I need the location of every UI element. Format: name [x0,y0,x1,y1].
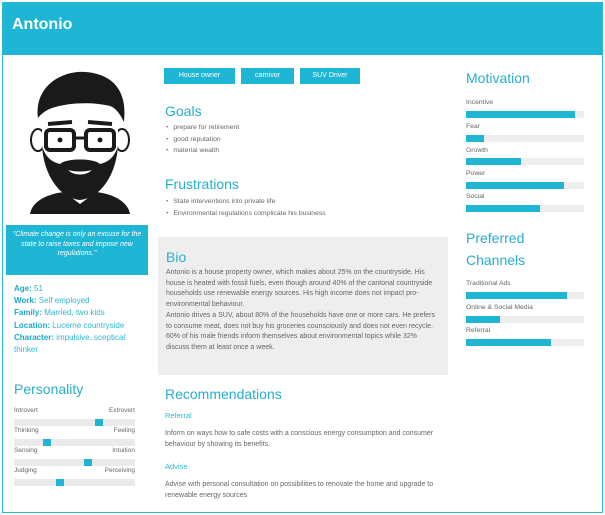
trait-track [14,479,135,486]
motivation-label: Incentive [466,99,494,106]
motivation-label: Fear [466,123,480,130]
goals-title: Goals [165,103,202,119]
bio-panel: Bio Antonio is a house property owner, w… [158,237,448,375]
bar-fill [466,135,484,142]
persona-facts: Age: 51 Work: Self employed Family: Marr… [14,283,149,356]
fact-age: Age: 51 [14,284,43,293]
avatar [30,71,130,214]
bar-fill [466,292,568,299]
bio-text: Antonio is a house property owner, which… [166,268,441,354]
recommendation-advise-text: Advise with personal consultation on pos… [165,481,434,499]
tag-house-owner: House owner [164,68,235,84]
motivation-bar [466,205,584,212]
bar-fill [466,182,564,189]
recommendation-referral-text: Inform on ways how to safe costs with a … [165,430,434,448]
trait-judging-perceiving: Judging Perceiving [14,467,135,489]
bar-fill [466,339,551,346]
trait-sensing-intuition: Sensing Intuition [14,447,135,469]
list-item: Environmental regulations complicate his… [166,208,325,220]
tag-suv-driver: SUV Driver [300,68,360,84]
persona-quote: "Climate change is only an excuse for th… [6,225,148,275]
motivation-label: Power [466,170,486,177]
recommendation-advise-title: Advise [165,462,188,471]
header-bar: Antonio [3,3,602,55]
channel-label: Referral [466,327,491,334]
motivation-bar [466,158,584,165]
fact-location: Location: Lucerne countryside [14,320,125,330]
bio-title: Bio [166,249,187,265]
recommendation-referral-title: Referral [165,411,192,420]
motivation-title: Motivation [466,70,530,86]
bio-paragraph: Antonio is a house property owner, which… [166,269,433,309]
bar-fill [466,158,522,165]
bar-fill [466,111,575,118]
goals-list: prepare for retirement good reputation m… [166,122,239,157]
motivation-bar [466,135,584,142]
trait-track [14,419,135,426]
motivation-bar [466,111,584,118]
bar-fill [466,205,541,212]
tag-carnivor: carnivor [241,68,294,84]
trait-track [14,439,135,446]
bio-paragraph: 60% of his male friends inform themselve… [166,333,417,351]
trait-slider-knob [56,479,64,486]
channels-title-line2: Channels [466,252,526,268]
trait-slider-knob [84,459,92,466]
channel-bar [466,339,584,346]
channel-bar [466,316,584,323]
persona-name: Antonio [12,16,73,33]
channel-bar [466,292,584,299]
list-item: prepare for retirement [166,122,239,134]
channel-label: Online & Social Media [466,304,533,311]
trait-slider-knob [43,439,51,446]
trait-track [14,459,135,466]
bar-fill [466,316,501,323]
motivation-bar [466,182,584,189]
list-item: State interventions into private life [166,196,326,208]
personality-title: Personality [14,381,84,397]
list-item: good reputation [166,134,239,146]
list-item: material wealth [166,145,239,157]
frustrations-title: Frustrations [165,176,239,192]
trait-thinking-feeling: Thinking Feeling [14,427,135,449]
channel-label: Traditional Ads [466,280,511,287]
recommendations-title: Recommendations [165,386,282,402]
channels-title-line1: Preferred [466,230,525,246]
motivation-label: Social [466,193,485,200]
fact-family: Family: Married, two kids [14,308,105,318]
bio-paragraph: Antonio drives a SUV, about 80% of the h… [166,311,436,330]
trait-slider-knob [95,419,103,426]
frustrations-list: State interventions into private life En… [166,196,326,220]
fact-character: Character: impulsive, sceptical thinker [14,332,126,355]
motivation-label: Growth [466,147,488,154]
trait-introvert-extrovert: Introvert Extrovert [14,407,135,429]
fact-work: Work: Self employed [14,296,90,306]
